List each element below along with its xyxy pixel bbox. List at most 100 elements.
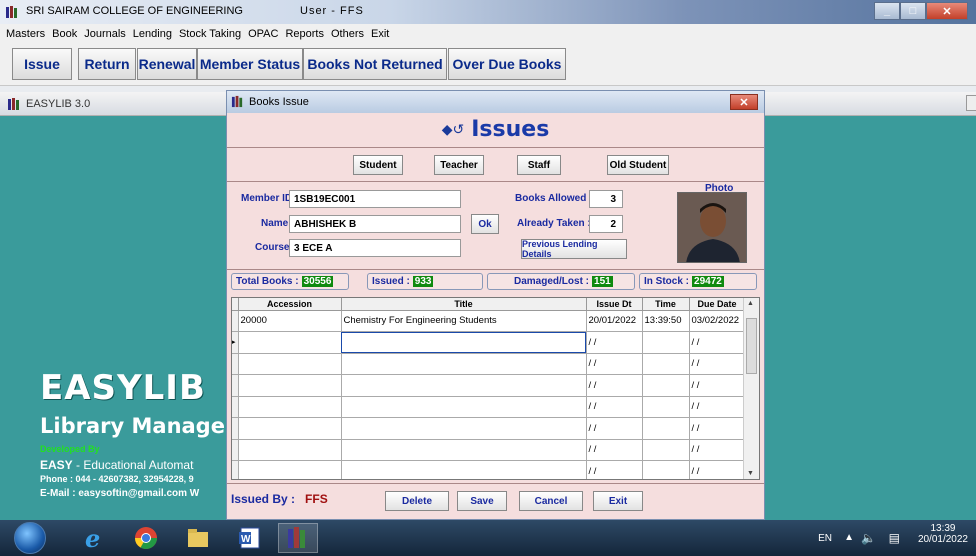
table-row[interactable]: / / / / [232,417,746,440]
column-header-accession[interactable]: Accession [238,298,342,311]
cancel-button[interactable]: Cancel [519,491,583,511]
cell-title[interactable] [341,460,587,479]
menu-exit[interactable]: Exit [371,28,389,40]
table-row[interactable]: / / / / [232,396,746,418]
name-field[interactable]: ABHISHEK B [289,215,461,233]
cell-accession[interactable]: 20000 [238,310,342,332]
cell-due-date[interactable]: / / [689,374,746,397]
over-due-books-button[interactable]: Over Due Books [448,48,566,80]
menu-book[interactable]: Book [52,28,77,40]
column-header-title[interactable]: Title [341,298,587,311]
column-header-due-date[interactable]: Due Date [689,298,746,311]
save-button[interactable]: Save [457,491,507,511]
cell-due-date[interactable]: / / [689,331,746,354]
cell-accession[interactable] [238,396,342,418]
issue-button[interactable]: Issue [12,48,72,80]
start-button[interactable] [14,522,46,554]
menu-journals[interactable]: Journals [84,28,126,40]
column-header-time[interactable]: Time [642,298,690,311]
cell-time[interactable] [642,353,690,375]
file-explorer-icon[interactable] [178,523,218,553]
cell-time[interactable] [642,460,690,479]
cell-accession[interactable] [238,439,342,461]
cell-issue-dt[interactable]: 20/01/2022 [586,310,643,332]
menu-others[interactable]: Others [331,28,364,40]
menu-opac[interactable]: OPAC [248,28,278,40]
cell-issue-dt[interactable]: / / [586,374,643,397]
scroll-thumb[interactable] [746,318,757,374]
cell-title[interactable] [341,374,587,397]
student-button[interactable]: Student [353,155,403,175]
cell-time[interactable] [642,439,690,461]
table-row[interactable]: ▸ / / / / [232,331,746,354]
column-header-issue-dt[interactable]: Issue Dt [586,298,643,311]
table-row[interactable]: / / / / [232,460,746,479]
renewal-button[interactable]: Renewal [137,48,197,80]
cell-due-date[interactable]: / / [689,417,746,440]
cell-accession[interactable] [238,417,342,440]
cell-due-date[interactable]: / / [689,460,746,479]
cell-title[interactable] [341,439,587,461]
ok-button[interactable]: Ok [471,214,499,234]
cell-title[interactable] [341,353,587,375]
menu-masters[interactable]: Masters [6,28,45,40]
table-row[interactable]: / / / / [232,353,746,375]
table-row[interactable]: / / / / [232,439,746,461]
delete-button[interactable]: Delete [385,491,449,511]
table-row[interactable]: 20000 Chemistry For Engineering Students 2… [232,310,746,332]
cell-issue-dt[interactable]: / / [586,353,643,375]
scroll-up-arrow-icon[interactable]: ▲ [747,300,754,307]
teacher-button[interactable]: Teacher [434,155,484,175]
cell-due-date[interactable]: / / [689,396,746,418]
network-icon[interactable]: ▤ [889,531,900,545]
return-button[interactable]: Return [78,48,136,80]
cell-time[interactable] [642,331,690,354]
cell-time[interactable] [642,417,690,440]
member-id-field[interactable]: 1SB19EC001 [289,190,461,208]
menu-lending[interactable]: Lending [133,28,172,40]
cell-issue-dt[interactable]: / / [586,439,643,461]
clock[interactable]: 13:39 20/01/2022 [918,523,968,545]
cell-issue-dt[interactable]: / / [586,331,643,354]
restore-button[interactable] [966,95,976,111]
volume-icon[interactable]: 🔈 [861,531,876,545]
cell-due-date[interactable]: / / [689,439,746,461]
books-not-returned-button[interactable]: Books Not Returned [303,48,447,80]
chrome-icon[interactable] [126,523,166,553]
cell-title[interactable]: Chemistry For Engineering Students [341,310,587,332]
dialog-close-button[interactable]: ✕ [730,94,758,110]
easylib-taskbar-icon[interactable] [278,523,318,553]
previous-lending-button[interactable]: Previous Lending Details [521,239,627,259]
menu-reports[interactable]: Reports [285,28,324,40]
old-student-button[interactable]: Old Student [607,155,669,175]
issue-grid[interactable]: Accession Title Issue Dt Time Due Date 2… [231,297,760,480]
cell-time[interactable]: 13:39:50 [642,310,690,332]
cell-title[interactable] [341,331,587,354]
cell-time[interactable] [642,396,690,418]
ie-icon[interactable]: e [74,523,114,553]
cell-title[interactable] [341,417,587,440]
cell-time[interactable] [642,374,690,397]
grid-scrollbar[interactable]: ▲ ▼ [743,298,759,479]
cell-issue-dt[interactable]: / / [586,460,643,479]
member-status-button[interactable]: Member Status [197,48,303,80]
cell-issue-dt[interactable]: / / [586,417,643,440]
cell-issue-dt[interactable]: / / [586,396,643,418]
maximize-button[interactable]: □ [900,2,926,20]
cell-accession[interactable] [238,353,342,375]
close-button[interactable]: ✕ [926,2,968,20]
cell-title[interactable] [341,396,587,418]
cell-due-date[interactable]: 03/02/2022 [689,310,746,332]
exit-button[interactable]: Exit [593,491,643,511]
table-row[interactable]: / / / / [232,374,746,397]
cell-due-date[interactable]: / / [689,353,746,375]
staff-button[interactable]: Staff [517,155,561,175]
language-indicator[interactable]: EN [818,533,832,544]
minimize-button[interactable]: _ [874,2,900,20]
word-icon[interactable]: W [230,523,270,553]
menu-stock-taking[interactable]: Stock Taking [179,28,241,40]
cell-accession[interactable] [238,331,342,354]
course-field[interactable]: 3 ECE A [289,239,461,257]
show-hidden-icons-icon[interactable]: ▲ [844,532,854,543]
scroll-down-arrow-icon[interactable]: ▼ [747,470,754,477]
